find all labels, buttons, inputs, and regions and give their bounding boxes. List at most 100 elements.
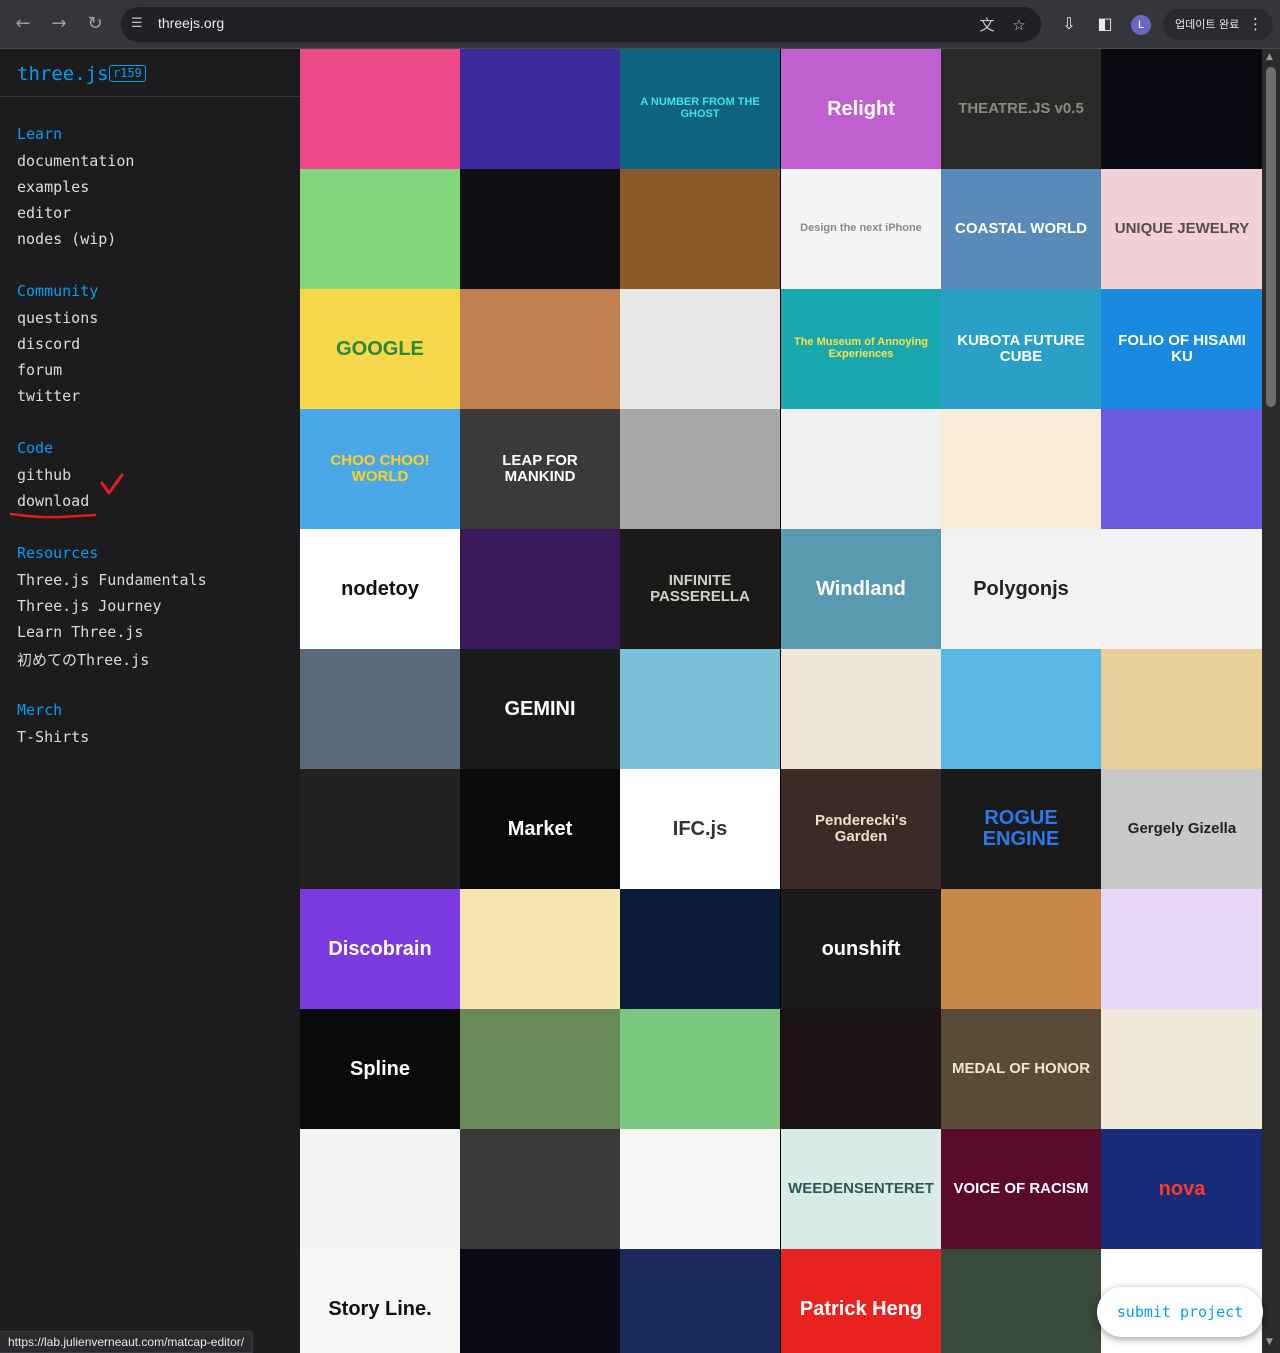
gallery-tile[interactable] — [1101, 529, 1262, 649]
url-text[interactable]: threejs.org — [158, 15, 224, 31]
gallery-tile[interactable]: Spline — [300, 1009, 460, 1129]
gallery-tile[interactable]: CHOO CHOO! WORLD — [300, 409, 460, 529]
gallery-tile[interactable]: Patrick Heng — [781, 1249, 941, 1353]
gallery-tile[interactable] — [460, 529, 620, 649]
gallery-tile[interactable]: nodetoy — [300, 529, 460, 649]
scrollbar-thumb[interactable] — [1266, 67, 1276, 407]
gallery-tile[interactable]: Design the next iPhone — [781, 169, 941, 289]
back-arrow-icon[interactable]: ← — [9, 10, 37, 38]
gallery-tile[interactable] — [941, 889, 1101, 1009]
scroll-down-arrow-icon[interactable]: ▼ — [1266, 1337, 1273, 1347]
gallery-tile[interactable] — [620, 169, 780, 289]
gallery-tile[interactable] — [1101, 889, 1262, 1009]
gallery-tile[interactable] — [460, 1249, 620, 1353]
reload-icon[interactable]: ↻ — [81, 10, 109, 38]
more-menu-icon[interactable]: ⋮ — [1248, 9, 1263, 40]
gallery-tile[interactable]: Gergely Gizella — [1101, 769, 1262, 889]
gallery-tile[interactable]: ounshift — [781, 889, 941, 1009]
gallery-tile[interactable] — [460, 1009, 620, 1129]
gallery-tile[interactable]: WEEDENSENTERET — [781, 1129, 941, 1249]
gallery-tile[interactable]: IFC.js — [620, 769, 780, 889]
sidebar-link-fundamentals[interactable]: Three.js Fundamentals — [17, 571, 207, 589]
gallery-tile[interactable] — [460, 49, 620, 169]
gallery-tile[interactable]: Market — [460, 769, 620, 889]
forward-arrow-icon[interactable]: → — [45, 10, 73, 38]
gallery-tile[interactable] — [620, 1129, 780, 1249]
sidebar-link-twitter[interactable]: twitter — [17, 387, 80, 405]
address-bar[interactable]: ☰ threejs.org 文 ☆ — [121, 7, 1041, 42]
gallery-tile[interactable] — [460, 169, 620, 289]
gallery-tile[interactable]: MEDAL OF HONOR — [941, 1009, 1101, 1129]
gallery-tile[interactable] — [620, 409, 780, 529]
sidebar-link-questions[interactable]: questions — [17, 309, 98, 327]
gallery-tile[interactable]: FOLIO OF HISAMI KU — [1101, 289, 1262, 409]
gallery-tile[interactable]: Windland — [781, 529, 941, 649]
gallery-tile[interactable]: UNIQUE JEWELRY — [1101, 169, 1262, 289]
submit-project-button[interactable]: submit project — [1097, 1287, 1263, 1337]
revision-badge[interactable]: r159 — [109, 65, 146, 82]
sidebar-link-nodes[interactable]: nodes (wip) — [17, 230, 116, 248]
sidebar-link-download[interactable]: download — [17, 492, 89, 510]
gallery-tile[interactable] — [941, 409, 1101, 529]
sidebar-link-documentation[interactable]: documentation — [17, 152, 134, 170]
gallery-tile[interactable] — [300, 49, 460, 169]
gallery-tile[interactable]: ROGUE ENGINE — [941, 769, 1101, 889]
gallery-tile[interactable] — [300, 649, 460, 769]
sidebar-link-github[interactable]: github — [17, 466, 71, 484]
sidebar-link-journey[interactable]: Three.js Journey — [17, 597, 162, 615]
translate-icon[interactable]: 文 — [976, 14, 998, 36]
gallery-tile[interactable]: Discobrain — [300, 889, 460, 1009]
sidebar-link-editor[interactable]: editor — [17, 204, 71, 222]
gallery-tile[interactable]: Penderecki's Garden — [781, 769, 941, 889]
gallery-tile[interactable] — [620, 889, 780, 1009]
gallery-tile[interactable]: KUBOTA FUTURE CUBE — [941, 289, 1101, 409]
brand-logo[interactable]: three.js — [17, 63, 109, 85]
gallery-tile[interactable] — [781, 409, 941, 529]
gallery-tile[interactable]: LEAP FOR MANKIND — [460, 409, 620, 529]
profile-avatar[interactable]: L — [1131, 15, 1151, 35]
gallery-tile[interactable] — [460, 289, 620, 409]
gallery-tile[interactable]: nova — [1101, 1129, 1262, 1249]
bookmark-star-icon[interactable]: ☆ — [1008, 14, 1030, 36]
gallery-tile[interactable]: COASTAL WORLD — [941, 169, 1101, 289]
update-button[interactable]: 업데이트 완료 ⋮ — [1163, 9, 1273, 40]
side-panel-icon[interactable]: ◧ — [1093, 12, 1117, 36]
gallery-tile[interactable]: INFINITE PASSERELLA — [620, 529, 780, 649]
gallery-tile[interactable]: Relight — [781, 49, 941, 169]
gallery-tile[interactable]: GOOGLE — [300, 289, 460, 409]
sidebar-link-japanese[interactable]: 初めてのThree.js — [17, 649, 149, 670]
gallery-tile[interactable] — [460, 1129, 620, 1249]
gallery-tile[interactable] — [300, 1129, 460, 1249]
gallery-tile[interactable] — [620, 1009, 780, 1129]
gallery-tile[interactable] — [781, 1009, 941, 1129]
site-info-icon[interactable]: ☰ — [131, 15, 149, 33]
sidebar-link-discord[interactable]: discord — [17, 335, 80, 353]
gallery-tile[interactable] — [620, 1249, 780, 1353]
gallery-tile[interactable]: Polygonjs — [941, 529, 1101, 649]
gallery-tile[interactable]: VOICE OF RACISM — [941, 1129, 1101, 1249]
gallery-tile[interactable] — [1101, 649, 1262, 769]
gallery-tile[interactable]: A NUMBER FROM THE GHOST — [620, 49, 780, 169]
scrollbar[interactable]: ▲ ▼ — [1262, 49, 1280, 1353]
sidebar-link-tshirts[interactable]: T-Shirts — [17, 728, 89, 746]
gallery-tile[interactable] — [300, 769, 460, 889]
gallery-tile[interactable]: THEATRE.JS v0.5 — [941, 49, 1101, 169]
gallery-tile[interactable] — [1101, 409, 1262, 529]
gallery-tile[interactable]: Story Line. — [300, 1249, 460, 1353]
sidebar-link-learn-threejs[interactable]: Learn Three.js — [17, 623, 143, 641]
gallery-tile[interactable] — [460, 889, 620, 1009]
download-icon[interactable]: ⇩ — [1057, 12, 1081, 36]
sidebar-link-examples[interactable]: examples — [17, 178, 89, 196]
gallery-tile[interactable] — [941, 649, 1101, 769]
gallery-tile[interactable]: The Museum of Annoying Experiences — [781, 289, 941, 409]
gallery-tile[interactable] — [1101, 1009, 1262, 1129]
gallery-tile[interactable] — [781, 649, 941, 769]
gallery-tile[interactable] — [1101, 49, 1262, 169]
gallery-tile[interactable] — [620, 289, 780, 409]
scroll-up-arrow-icon[interactable]: ▲ — [1266, 52, 1273, 62]
sidebar-link-forum[interactable]: forum — [17, 361, 62, 379]
gallery-tile[interactable] — [941, 1249, 1101, 1353]
gallery-tile[interactable] — [300, 169, 460, 289]
gallery-tile[interactable]: GEMINI — [460, 649, 620, 769]
gallery-tile[interactable] — [620, 649, 780, 769]
